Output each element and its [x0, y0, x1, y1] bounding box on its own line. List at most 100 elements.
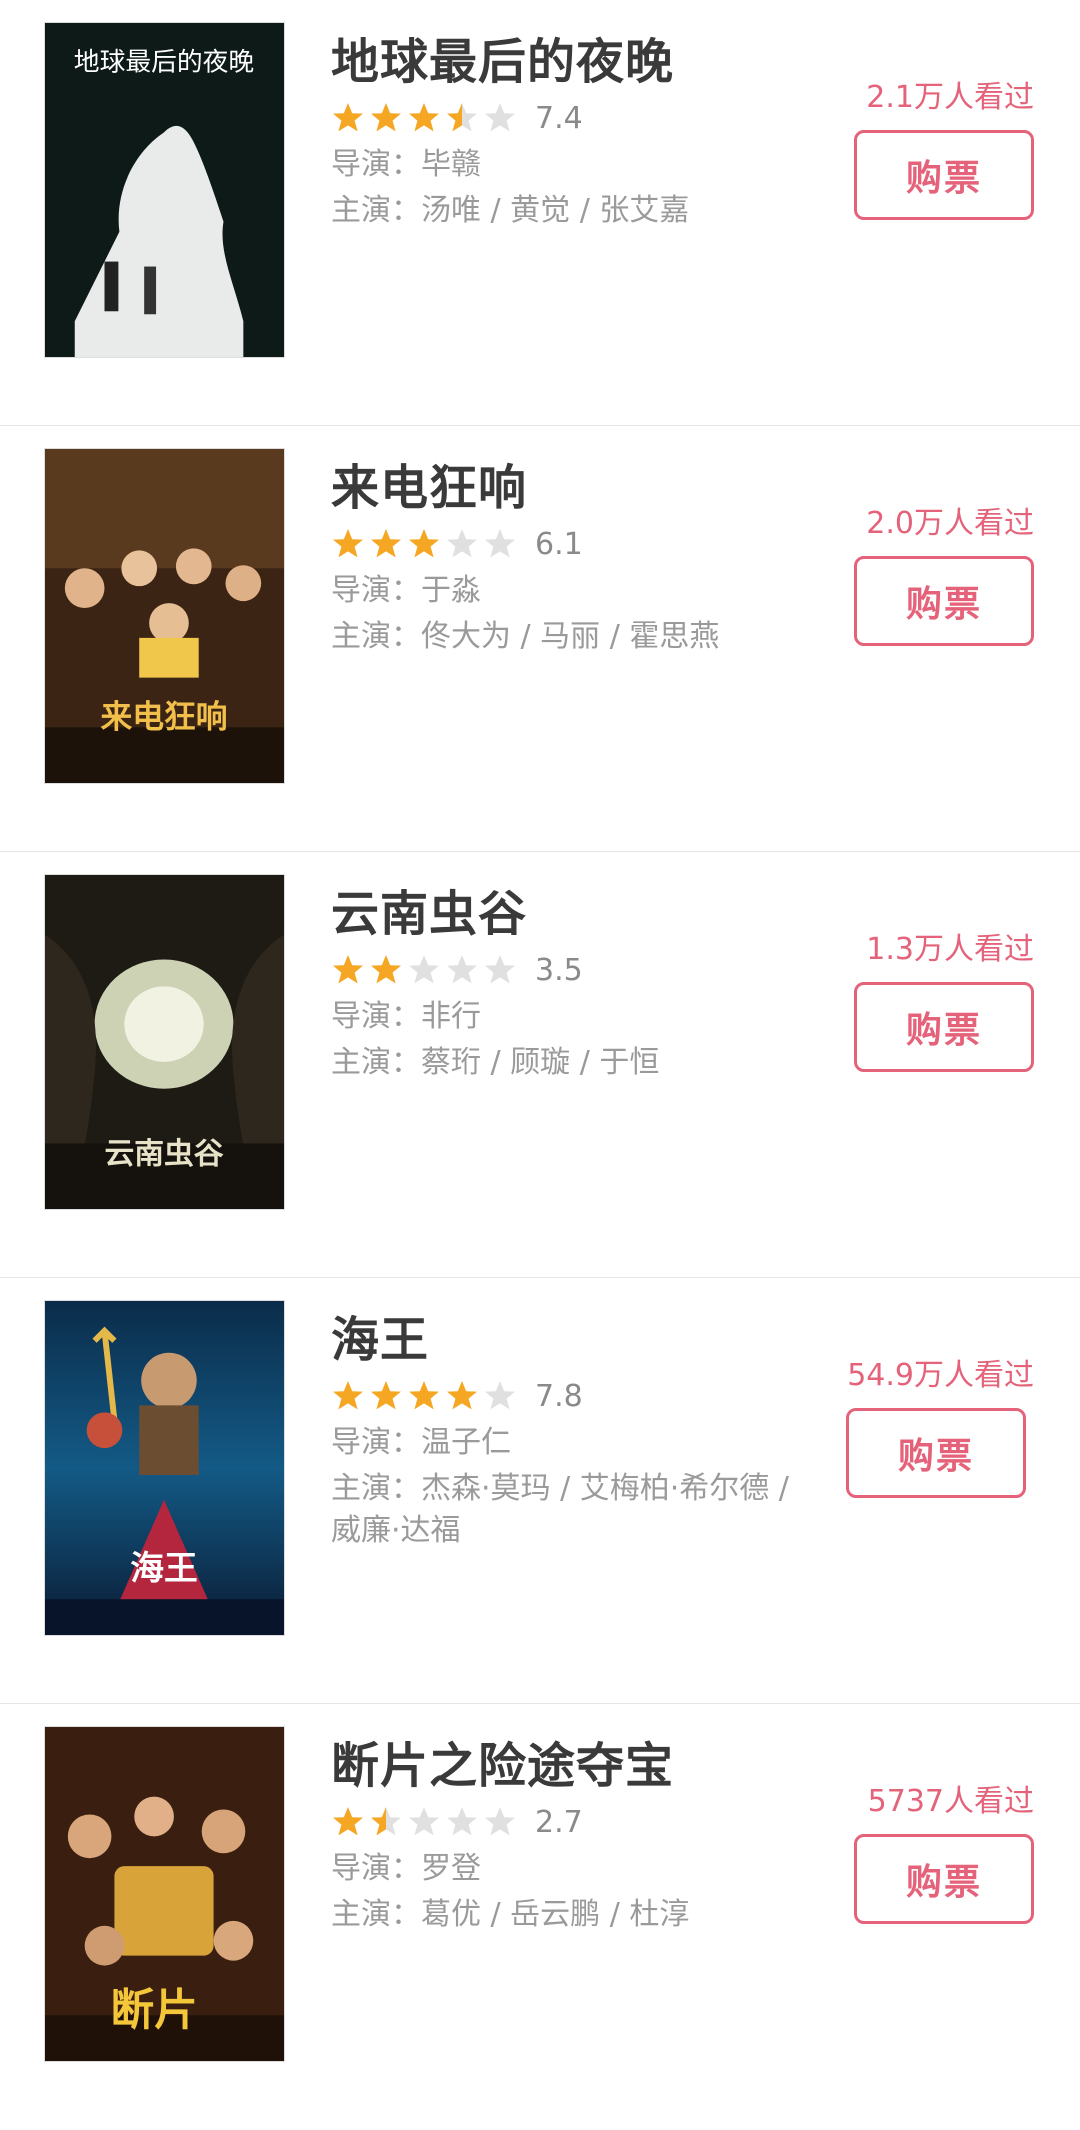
- star-full-icon: [333, 1807, 363, 1836]
- poster-title: 海王: [130, 1547, 197, 1587]
- star-empty-icon: [447, 529, 477, 558]
- director-name: 非行: [421, 999, 481, 1034]
- movie-item[interactable]: 地球最后的夜晚 地球最后的夜晚 7.4 导演：毕赣 主演：汤唯 / 黄觉 / 张…: [0, 0, 1080, 426]
- movie-title[interactable]: 海王: [331, 1300, 429, 1370]
- star-full-icon: [333, 103, 363, 132]
- cast-label: 主演：: [331, 193, 421, 228]
- cast-line: 主演：蔡珩 / 顾璇 / 于恒: [331, 1042, 791, 1084]
- cast-names: 蔡珩 / 顾璇 / 于恒: [421, 1045, 660, 1080]
- chat-bubble-icon: [888, 2083, 928, 2116]
- star-full-icon: [333, 529, 363, 558]
- director-line: 导演：非行: [331, 996, 791, 1038]
- star-full-icon: [371, 955, 401, 984]
- movie-item[interactable]: 云南虫谷 云南虫谷 3.5 导演：非行 主演：蔡珩 / 顾璇 / 于恒 1.3万…: [0, 852, 1080, 1278]
- buy-ticket-button[interactable]: 购票: [854, 982, 1034, 1072]
- rating: 3.5: [331, 950, 583, 990]
- movie-poster[interactable]: 地球最后的夜晚: [44, 22, 285, 358]
- star-half-icon: [447, 103, 477, 132]
- poster-title: 地球最后的夜晚: [74, 48, 254, 78]
- rating: 6.1: [331, 524, 583, 564]
- director-line: 导演：毕赣: [331, 144, 791, 186]
- movie-item[interactable]: 断片 断片之险途夺宝 2.7 导演：罗登 主演：葛优 / 岳云鹏 / 杜淳 57…: [0, 1704, 1080, 2130]
- star-full-icon: [447, 1381, 477, 1410]
- star-full-icon: [333, 955, 363, 984]
- score: 7.8: [535, 1378, 583, 1414]
- star-rating: [331, 527, 521, 561]
- director-label: 导演：: [331, 147, 421, 182]
- star-empty-icon: [485, 1807, 515, 1836]
- movie-poster[interactable]: 来电狂响: [44, 448, 285, 784]
- star-full-icon: [409, 529, 439, 558]
- buy-ticket-button[interactable]: 购票: [854, 1834, 1034, 1924]
- star-full-icon: [333, 1381, 363, 1410]
- star-rating: [331, 1805, 521, 1839]
- director-label: 导演：: [331, 573, 421, 608]
- director-line: 导演：温子仁: [331, 1422, 791, 1464]
- score: 2.7: [535, 1804, 583, 1840]
- viewed-count: 5737人看过: [867, 1784, 1034, 1819]
- buy-ticket-button[interactable]: 购票: [854, 130, 1034, 220]
- star-half-icon: [371, 1807, 401, 1836]
- score: 6.1: [535, 526, 583, 562]
- poster-title: 来电狂响: [101, 698, 228, 735]
- star-rating: [331, 953, 521, 987]
- movie-poster[interactable]: 云南虫谷: [44, 874, 285, 1210]
- director-name: 于淼: [421, 573, 481, 608]
- score: 7.4: [535, 100, 583, 136]
- watermark: 悟空问答: [888, 2074, 1062, 2120]
- star-rating: [331, 1379, 521, 1413]
- movie-item[interactable]: 来电狂响 来电狂响 6.1 导演：于淼 主演：佟大为 / 马丽 / 霍思燕 2.…: [0, 426, 1080, 852]
- star-full-icon: [409, 1381, 439, 1410]
- movie-title[interactable]: 地球最后的夜晚: [331, 22, 674, 92]
- rating: 7.4: [331, 98, 583, 138]
- poster-title: 断片: [110, 1985, 197, 2036]
- buy-ticket-button[interactable]: 购票: [846, 1408, 1026, 1498]
- cast-label: 主演：: [331, 619, 421, 654]
- director-name: 毕赣: [421, 147, 481, 182]
- score: 3.5: [535, 952, 583, 988]
- viewed-count: 2.1万人看过: [866, 80, 1034, 115]
- star-full-icon: [409, 103, 439, 132]
- director-line: 导演：罗登: [331, 1848, 791, 1890]
- cast-names: 佟大为 / 马丽 / 霍思燕: [421, 619, 720, 654]
- rating: 2.7: [331, 1802, 583, 1842]
- rating: 7.8: [331, 1376, 583, 1416]
- movie-poster[interactable]: 断片: [44, 1726, 285, 2062]
- movie-item[interactable]: 海王 海王 7.8 导演：温子仁 主演：杰森·莫玛 / 艾梅柏·希尔德 / 威廉…: [0, 1278, 1080, 1704]
- star-empty-icon: [409, 955, 439, 984]
- star-empty-icon: [409, 1807, 439, 1836]
- viewed-count: 54.9万人看过: [847, 1358, 1034, 1393]
- viewed-count: 1.3万人看过: [866, 932, 1034, 967]
- viewed-count: 2.0万人看过: [866, 506, 1034, 541]
- director-label: 导演：: [331, 1851, 421, 1886]
- director-label: 导演：: [331, 1425, 421, 1460]
- cast-line: 主演：葛优 / 岳云鹏 / 杜淳: [331, 1894, 791, 1936]
- cast-names: 葛优 / 岳云鹏 / 杜淳: [421, 1897, 690, 1932]
- director-label: 导演：: [331, 999, 421, 1034]
- movie-title[interactable]: 来电狂响: [331, 448, 527, 518]
- cast-label: 主演：: [331, 1471, 421, 1506]
- star-full-icon: [371, 1381, 401, 1410]
- star-full-icon: [371, 103, 401, 132]
- director-name: 罗登: [421, 1851, 481, 1886]
- watermark-text: 悟空问答: [933, 2080, 1062, 2118]
- buy-ticket-button[interactable]: 购票: [854, 556, 1034, 646]
- poster-title: 云南虫谷: [105, 1136, 224, 1171]
- cast-label: 主演：: [331, 1045, 421, 1080]
- star-empty-icon: [485, 955, 515, 984]
- cast-line: 主演：佟大为 / 马丽 / 霍思燕: [331, 616, 791, 658]
- movie-poster[interactable]: 海王: [44, 1300, 285, 1636]
- director-name: 温子仁: [421, 1425, 511, 1460]
- movie-title[interactable]: 云南虫谷: [331, 874, 527, 944]
- cast-line: 主演：杰森·莫玛 / 艾梅柏·希尔德 / 威廉·达福: [331, 1468, 791, 1552]
- star-empty-icon: [485, 529, 515, 558]
- star-empty-icon: [447, 1807, 477, 1836]
- movie-title[interactable]: 断片之险途夺宝: [331, 1726, 674, 1796]
- star-empty-icon: [447, 955, 477, 984]
- director-line: 导演：于淼: [331, 570, 791, 612]
- cast-label: 主演：: [331, 1897, 421, 1932]
- star-empty-icon: [485, 1381, 515, 1410]
- cast-line: 主演：汤唯 / 黄觉 / 张艾嘉: [331, 190, 791, 232]
- star-empty-icon: [485, 103, 515, 132]
- star-rating: [331, 101, 521, 135]
